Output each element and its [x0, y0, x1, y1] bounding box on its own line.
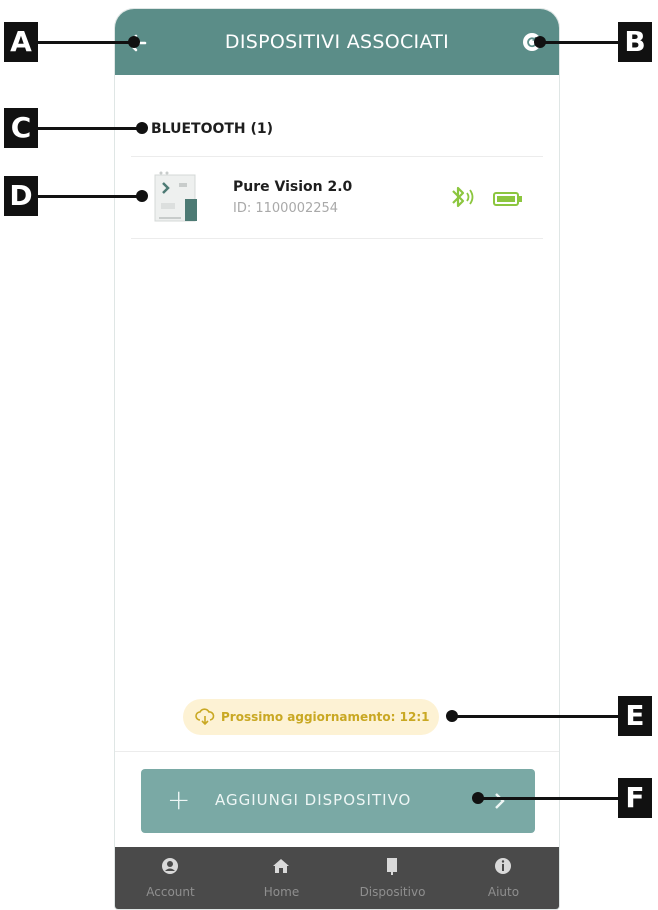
add-device-label: AGGIUNGI DISPOSITIVO: [215, 791, 412, 809]
home-icon: [272, 857, 290, 875]
device-name: Pure Vision 2.0: [233, 179, 353, 195]
cloud-download-icon: [195, 708, 215, 726]
callout-dot: [534, 36, 546, 48]
info-icon: [494, 857, 512, 875]
nav-item-dispositivo[interactable]: Dispositivo: [337, 847, 448, 909]
nav-item-account[interactable]: Account: [115, 847, 226, 909]
device-id: ID: 1100002254: [233, 201, 339, 216]
nav-label: Home: [263, 885, 300, 899]
nav-item-aiuto[interactable]: Aiuto: [448, 847, 559, 909]
bottom-navigation: Account Home Dispositivo Aiuto: [115, 847, 559, 909]
callout-dot: [472, 792, 484, 804]
callout-dot: [128, 36, 140, 48]
callout-line: [538, 41, 618, 44]
nav-label: Aiuto: [487, 885, 520, 899]
callout-dot: [136, 122, 148, 134]
nav-label: Dispositivo: [359, 885, 426, 899]
callout-line: [38, 127, 138, 130]
device-thumbnail: [153, 169, 199, 225]
nav-label: Account: [146, 885, 195, 899]
update-text: Prossimo aggiornamento: 12:1: [221, 710, 430, 724]
device-list-item[interactable]: Pure Vision 2.0 ID: 1100002254: [131, 157, 543, 237]
callout-line: [478, 797, 618, 800]
divider: [131, 238, 543, 239]
account-icon: [161, 857, 179, 875]
update-status-pill: Prossimo aggiornamento: 12:1: [183, 699, 440, 735]
callout-line: [38, 41, 132, 44]
plus-icon: +: [167, 783, 192, 816]
callout-label-d: D: [4, 176, 38, 216]
callout-dot: [446, 710, 458, 722]
device-icon: [383, 857, 401, 875]
bluetooth-icon: [449, 184, 477, 210]
callout-line: [38, 195, 138, 198]
phone-screen: DISPOSITIVI ASSOCIATI BLUETOOTH (1) Pure…: [114, 8, 560, 910]
page-title: DISPOSITIVI ASSOCIATI: [224, 31, 450, 53]
callout-line: [452, 715, 618, 718]
callout-label-a: A: [4, 22, 38, 62]
top-app-bar: DISPOSITIVI ASSOCIATI: [115, 9, 559, 75]
callout-label-c: C: [4, 108, 38, 148]
divider: [115, 751, 559, 752]
callout-label-f: F: [618, 778, 652, 818]
nav-item-home[interactable]: Home: [226, 847, 337, 909]
callout-label-b: B: [618, 22, 652, 62]
callout-label-e: E: [618, 696, 652, 736]
chevron-right-icon: [493, 791, 507, 811]
section-header-bluetooth: BLUETOOTH (1): [151, 121, 274, 137]
battery-icon: [493, 191, 523, 206]
callout-dot: [136, 190, 148, 202]
